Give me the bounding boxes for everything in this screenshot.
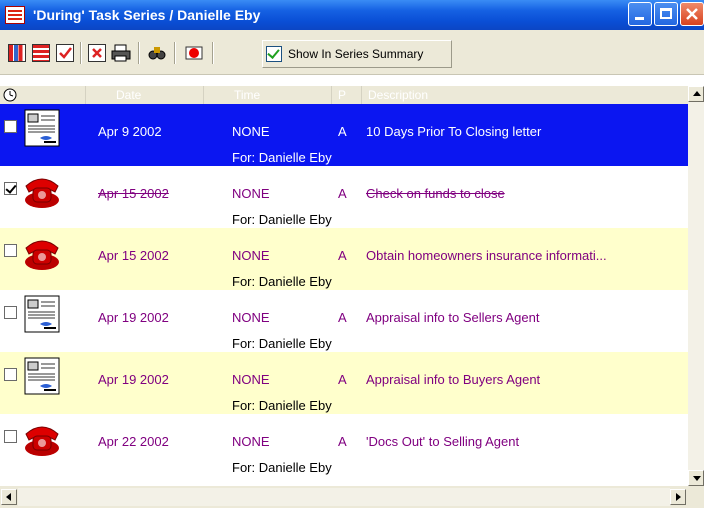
status-column-header[interactable] <box>0 86 86 104</box>
priority-column-header[interactable]: P <box>332 86 362 104</box>
window-title: 'During' Task Series / Danielle Eby <box>33 7 261 23</box>
horizontal-scroll-track[interactable] <box>18 488 670 506</box>
close-button[interactable] <box>680 2 704 26</box>
task-time: NONE <box>232 372 270 387</box>
task-time: NONE <box>232 310 270 325</box>
list-view-icon[interactable] <box>32 44 50 62</box>
record-icon[interactable] <box>184 44 204 62</box>
task-date: Apr 19 2002 <box>98 310 169 325</box>
task-time: NONE <box>232 248 270 263</box>
phone-icon <box>22 170 62 210</box>
task-date: Apr 9 2002 <box>98 124 162 139</box>
task-list[interactable]: Apr 9 2002 NONE A 10 Days Prior To Closing … <box>0 104 688 486</box>
task-assignee: For: Danielle Eby <box>232 460 332 475</box>
task-date: Apr 22 2002 <box>98 434 169 449</box>
arrow-down-icon <box>693 476 701 481</box>
task-checkbox[interactable] <box>4 182 17 195</box>
checkbox-box[interactable] <box>266 46 282 62</box>
maximize-icon <box>660 8 672 19</box>
task-time: NONE <box>232 434 270 449</box>
letter-icon <box>22 108 62 148</box>
scroll-right-button[interactable] <box>670 489 686 505</box>
task-description: 10 Days Prior To Closing letter <box>366 124 542 139</box>
close-icon <box>686 8 698 20</box>
task-description: Appraisal info to Sellers Agent <box>366 310 540 325</box>
app-icon <box>5 6 25 24</box>
task-priority: A <box>338 372 347 387</box>
task-description: Check on funds to close <box>366 186 505 201</box>
task-date: Apr 15 2002 <box>98 186 169 201</box>
task-checkbox[interactable] <box>4 120 17 133</box>
task-description: Obtain homeowners insurance informati... <box>366 248 607 263</box>
task-checkbox[interactable] <box>4 368 17 381</box>
letter-icon <box>22 356 62 396</box>
arrow-left-icon <box>6 493 11 501</box>
maximize-button[interactable] <box>654 2 678 26</box>
time-column-header[interactable]: Time <box>204 86 332 104</box>
check-tasks-icon[interactable] <box>56 44 74 62</box>
task-row[interactable]: Apr 15 2002 NONE A Check on funds to close F… <box>0 166 688 228</box>
minimize-icon <box>635 17 644 20</box>
task-assignee: For: Danielle Eby <box>232 150 332 165</box>
task-row[interactable]: Apr 19 2002 NONE A Appraisal info to Buyers… <box>0 352 688 414</box>
scroll-down-button[interactable] <box>688 470 704 486</box>
scroll-up-button[interactable] <box>688 86 704 102</box>
delete-task-icon[interactable] <box>88 44 106 62</box>
task-row[interactable]: Apr 22 2002 NONE A 'Docs Out' to Selling Ag… <box>0 414 688 476</box>
letter-icon <box>22 294 62 334</box>
phone-icon <box>22 232 62 272</box>
find-icon[interactable] <box>148 44 166 62</box>
description-column-header[interactable]: Description <box>362 86 688 104</box>
task-description: Appraisal info to Buyers Agent <box>366 372 541 387</box>
task-assignee: For: Danielle Eby <box>232 336 332 351</box>
show-in-series-summary-label: Show In Series Summary <box>288 47 424 61</box>
vertical-scrollbar[interactable] <box>688 86 704 486</box>
scroll-left-button[interactable] <box>1 489 17 505</box>
phone-icon <box>22 418 62 458</box>
show-in-series-summary-checkbox[interactable]: Show In Series Summary <box>262 40 452 68</box>
task-row[interactable]: Apr 19 2002 NONE A Appraisal info to Seller… <box>0 290 688 352</box>
alarm-clock-icon <box>3 88 17 102</box>
task-checkbox[interactable] <box>4 306 17 319</box>
task-assignee: For: Danielle Eby <box>232 212 332 227</box>
task-priority: A <box>338 124 347 139</box>
horizontal-scrollbar[interactable] <box>0 486 704 508</box>
task-time: NONE <box>232 124 270 139</box>
task-checkbox[interactable] <box>4 430 17 443</box>
task-row[interactable]: Apr 9 2002 NONE A 10 Days Prior To Closing … <box>0 104 688 167</box>
task-row[interactable]: Apr 15 2002 NONE A Obtain homeowners insura… <box>0 228 688 290</box>
date-column-header[interactable]: Date <box>86 86 204 104</box>
arrow-right-icon <box>676 493 681 501</box>
task-priority: A <box>338 434 347 449</box>
task-priority: A <box>338 310 347 325</box>
toolbar: Show In Series Summary <box>0 30 704 75</box>
print-icon[interactable] <box>111 44 131 62</box>
task-checkbox[interactable] <box>4 244 17 257</box>
title-bar[interactable]: 'During' Task Series / Danielle Eby <box>0 0 704 30</box>
column-header: Date Time P Description <box>0 86 704 105</box>
task-date: Apr 19 2002 <box>98 372 169 387</box>
task-priority: A <box>338 186 347 201</box>
task-assignee: For: Danielle Eby <box>232 398 332 413</box>
task-description: 'Docs Out' to Selling Agent <box>366 434 520 449</box>
grid-view-icon[interactable] <box>8 44 26 62</box>
task-assignee: For: Danielle Eby <box>232 274 332 289</box>
arrow-up-icon <box>693 91 701 96</box>
task-time: NONE <box>232 186 270 201</box>
task-date: Apr 15 2002 <box>98 248 169 263</box>
minimize-button[interactable] <box>628 2 652 26</box>
task-priority: A <box>338 248 347 263</box>
